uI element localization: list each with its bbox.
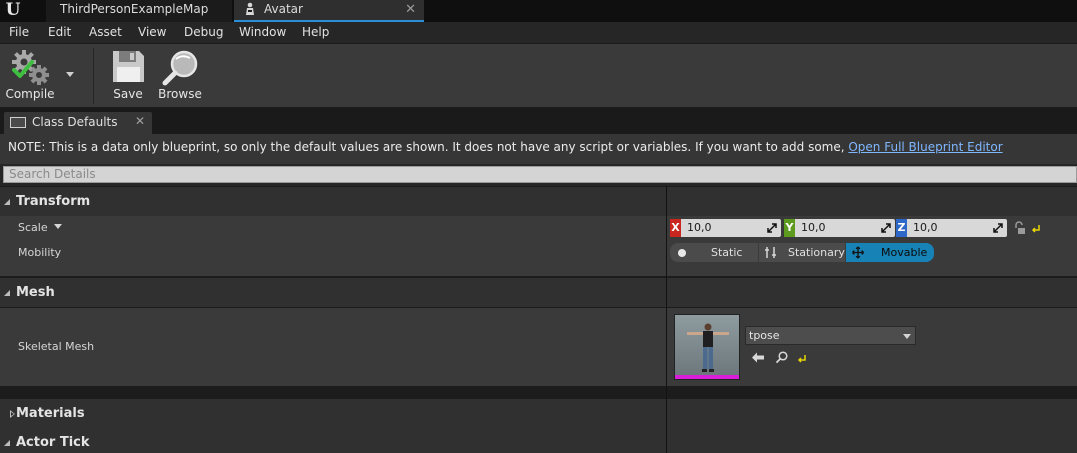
search-details-input[interactable]: Search Details <box>3 166 1077 183</box>
unreal-logo-icon[interactable]: U <box>2 0 24 20</box>
data-only-blueprint-note: NOTE: This is a data only blueprint, so … <box>0 134 1077 164</box>
tab-third-person-example-map[interactable]: ThirdPersonExampleMap <box>46 0 232 22</box>
menu-help[interactable]: Help <box>302 25 329 39</box>
static-dot-icon <box>678 249 686 257</box>
scale-y-field[interactable]: Y 10,0 <box>784 219 895 237</box>
scale-x-text: 10,0 <box>687 221 712 234</box>
mobility-movable-button[interactable]: Movable <box>846 243 934 262</box>
compile-gears-icon <box>12 50 49 85</box>
scale-z-text: 10,0 <box>913 221 938 234</box>
menu-file[interactable]: File <box>9 25 29 39</box>
menu-edit[interactable]: Edit <box>48 25 71 39</box>
browse-label: Browse <box>158 87 202 101</box>
y-axis-label: Y <box>784 219 795 237</box>
tab-label: Class Defaults <box>32 115 118 129</box>
mobility-static-button[interactable]: Static <box>670 243 758 262</box>
save-floppy-icon <box>113 51 144 82</box>
save-label: Save <box>113 87 143 101</box>
category-label: Actor Tick <box>16 435 90 450</box>
category-actor-tick[interactable]: Actor Tick <box>0 428 1077 453</box>
magnifier-icon <box>162 50 198 86</box>
scale-y-text: 10,0 <box>801 221 826 234</box>
compile-label: Compile <box>5 87 55 101</box>
use-selected-arrow-icon[interactable] <box>751 351 765 364</box>
skeletal-mesh-value: tpose <box>749 329 780 342</box>
lock-icon[interactable] <box>1013 221 1027 235</box>
close-tab-icon[interactable]: ✕ <box>405 0 416 19</box>
stationary-icon <box>765 247 776 258</box>
expanded-arrow-icon <box>4 199 10 205</box>
mobility-stationary-button[interactable]: Stationary <box>759 243 845 262</box>
menu-asset[interactable]: Asset <box>89 25 122 39</box>
expand-arrows-icon <box>993 223 1003 233</box>
expanded-arrow-icon <box>4 440 10 446</box>
stationary-label: Stationary <box>788 246 845 259</box>
toolbar: Compile Save Browse <box>0 43 1077 107</box>
close-tab-icon[interactable]: ✕ <box>135 114 145 128</box>
tab-label: ThirdPersonExampleMap <box>60 2 209 16</box>
title-bar: U ThirdPersonExampleMap Avatar ✕ <box>0 0 1077 22</box>
expand-arrows-icon <box>767 223 777 233</box>
scale-y-value[interactable]: 10,0 <box>795 219 895 237</box>
movable-label: Movable <box>881 246 928 259</box>
scale-x-field[interactable]: X 10,0 <box>670 219 781 237</box>
category-label: Materials <box>16 406 85 421</box>
scale-x-value[interactable]: 10,0 <box>681 219 781 237</box>
menu-window[interactable]: Window <box>239 25 286 39</box>
open-full-blueprint-editor-link[interactable]: Open Full Blueprint Editor <box>848 140 1002 154</box>
save-button[interactable]: Save <box>108 44 148 106</box>
browse-button[interactable]: Browse <box>157 44 203 106</box>
category-label: Transform <box>16 194 91 209</box>
expanded-arrow-icon <box>4 290 10 296</box>
scale-z-field[interactable]: Z 10,0 <box>896 219 1007 237</box>
z-axis-label: Z <box>896 219 907 237</box>
character-preview-image <box>675 315 739 377</box>
skeletal-mesh-dropdown[interactable]: tpose <box>745 326 916 345</box>
menu-debug[interactable]: Debug <box>184 25 223 39</box>
asset-type-color-bar <box>675 375 739 379</box>
chevron-down-icon <box>903 334 911 339</box>
reset-to-default-icon[interactable] <box>1031 223 1041 233</box>
column-splitter[interactable] <box>666 186 667 453</box>
category-materials[interactable]: Materials <box>0 399 1077 428</box>
scale-chevron-down-icon[interactable] <box>54 224 63 229</box>
expand-arrows-icon <box>881 223 891 233</box>
browse-to-asset-search-icon[interactable] <box>775 351 789 364</box>
tab-class-defaults[interactable]: Class Defaults ✕ <box>4 112 152 134</box>
tab-label: Avatar <box>264 2 303 16</box>
mesh-properties: Skeletal Mesh <box>0 308 1077 386</box>
skeletal-mesh-thumbnail[interactable] <box>674 314 740 380</box>
move-arrows-icon <box>851 246 865 259</box>
class-defaults-icon <box>10 117 26 128</box>
scale-z-value[interactable]: 10,0 <box>907 219 1007 237</box>
mobility-label: Mobility <box>18 246 62 259</box>
x-axis-label: X <box>670 219 681 237</box>
blueprint-actor-icon <box>246 2 254 15</box>
compile-button[interactable]: Compile <box>4 44 56 106</box>
scale-label-text: Scale <box>18 221 48 234</box>
details-tab-bar: Class Defaults ✕ <box>0 107 1077 134</box>
category-transform[interactable]: Transform <box>0 187 1077 216</box>
toolbar-divider <box>93 48 94 104</box>
category-label: Mesh <box>16 285 55 300</box>
note-text: NOTE: This is a data only blueprint, so … <box>8 140 849 154</box>
tab-avatar[interactable]: Avatar ✕ <box>234 0 424 22</box>
collapsed-arrow-icon <box>10 410 15 418</box>
scale-label[interactable]: Scale <box>18 221 63 234</box>
skeletal-mesh-label: Skeletal Mesh <box>18 340 95 353</box>
reset-to-default-icon[interactable] <box>797 353 807 363</box>
menu-view[interactable]: View <box>138 25 166 39</box>
search-placeholder: Search Details <box>9 167 96 181</box>
compile-options-chevron-down-icon[interactable] <box>66 72 74 77</box>
menu-bar: File Edit Asset View Debug Window Help <box>0 22 1077 43</box>
category-mesh[interactable]: Mesh <box>0 278 1077 307</box>
static-label: Static <box>711 246 743 259</box>
